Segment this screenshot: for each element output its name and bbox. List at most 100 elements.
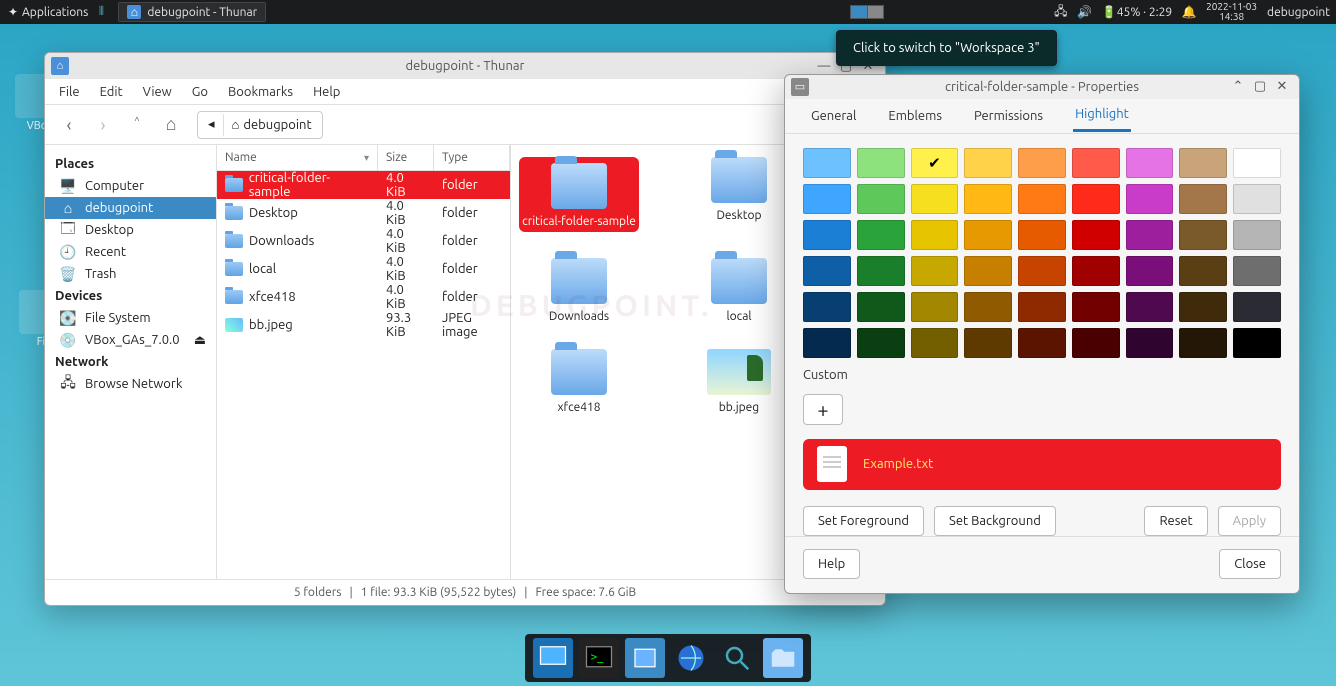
- dock-thunar-running[interactable]: [763, 638, 803, 678]
- color-swatch[interactable]: [911, 148, 959, 178]
- props-minimize-button[interactable]: ⌃: [1231, 79, 1245, 94]
- nav-back-button[interactable]: ‹: [57, 113, 81, 137]
- tab-highlight[interactable]: Highlight: [1073, 99, 1131, 132]
- color-swatch[interactable]: [1072, 220, 1120, 250]
- color-swatch[interactable]: [803, 148, 851, 178]
- color-swatch[interactable]: [803, 256, 851, 286]
- dock-terminal[interactable]: >_: [579, 638, 619, 678]
- color-swatch[interactable]: [1072, 184, 1120, 214]
- clock-date[interactable]: 2022-11-03 14:38: [1206, 2, 1257, 22]
- color-swatch[interactable]: [1126, 292, 1174, 322]
- color-swatch[interactable]: [857, 148, 905, 178]
- color-swatch[interactable]: [1233, 256, 1281, 286]
- close-dialog-button[interactable]: Close: [1219, 549, 1281, 579]
- color-swatch[interactable]: [857, 292, 905, 322]
- help-button[interactable]: Help: [803, 549, 860, 579]
- list-row[interactable]: bb.jpeg93.3 KiBJPEG image: [217, 311, 510, 339]
- reset-button[interactable]: Reset: [1144, 506, 1207, 536]
- dock-show-desktop[interactable]: [533, 638, 573, 678]
- color-swatch[interactable]: [1018, 184, 1066, 214]
- eject-icon[interactable]: ⏏: [194, 333, 206, 348]
- xfce-logo-icon[interactable]: ✦: [6, 5, 20, 19]
- color-swatch[interactable]: [1233, 148, 1281, 178]
- color-swatch[interactable]: [1179, 328, 1227, 358]
- color-swatch[interactable]: [964, 220, 1012, 250]
- color-swatch[interactable]: [857, 328, 905, 358]
- grid-item[interactable]: Desktop: [679, 157, 799, 232]
- dock-files[interactable]: [625, 638, 665, 678]
- color-swatch[interactable]: [1233, 292, 1281, 322]
- menu-help[interactable]: Help: [313, 85, 340, 99]
- grid-item[interactable]: Downloads: [519, 258, 639, 323]
- battery-tray[interactable]: 🔋45% · 2:29: [1102, 5, 1172, 19]
- color-swatch[interactable]: [1018, 256, 1066, 286]
- list-row[interactable]: Desktop4.0 KiBfolder: [217, 199, 510, 227]
- grid-item[interactable]: local: [679, 258, 799, 323]
- props-close-button[interactable]: ✕: [1275, 79, 1289, 94]
- apply-button[interactable]: Apply: [1218, 506, 1281, 536]
- add-custom-color-button[interactable]: +: [803, 394, 843, 425]
- color-swatch[interactable]: [964, 256, 1012, 286]
- color-swatch[interactable]: [1072, 328, 1120, 358]
- sidebar-item-desktop[interactable]: 🗔Desktop: [45, 219, 216, 241]
- color-swatch[interactable]: [1179, 256, 1227, 286]
- color-swatch[interactable]: [964, 148, 1012, 178]
- color-swatch[interactable]: [1233, 328, 1281, 358]
- col-header-type[interactable]: Type: [434, 145, 510, 170]
- color-swatch[interactable]: [1233, 184, 1281, 214]
- props-maximize-button[interactable]: ▢: [1253, 79, 1267, 94]
- color-swatch[interactable]: [1018, 220, 1066, 250]
- menu-go[interactable]: Go: [192, 85, 208, 99]
- list-row[interactable]: Downloads4.0 KiBfolder: [217, 227, 510, 255]
- list-row[interactable]: xfce4184.0 KiBfolder: [217, 283, 510, 311]
- pathbar-history-button[interactable]: ◂: [200, 113, 224, 137]
- grid-item[interactable]: xfce418: [519, 349, 639, 414]
- color-swatch[interactable]: [1179, 184, 1227, 214]
- color-swatch[interactable]: [1126, 328, 1174, 358]
- color-swatch[interactable]: [857, 220, 905, 250]
- nav-home-button[interactable]: ⌂: [159, 113, 183, 137]
- color-swatch[interactable]: [1126, 256, 1174, 286]
- set-foreground-button[interactable]: Set Foreground: [803, 506, 924, 536]
- set-background-button[interactable]: Set Background: [934, 506, 1056, 536]
- color-swatch[interactable]: [803, 292, 851, 322]
- color-swatch[interactable]: [911, 256, 959, 286]
- list-row[interactable]: critical-folder-sample4.0 KiBfolder: [217, 171, 510, 199]
- volume-tray-icon[interactable]: 🔊: [1078, 5, 1092, 19]
- menu-bookmarks[interactable]: Bookmarks: [228, 85, 293, 99]
- color-swatch[interactable]: [911, 220, 959, 250]
- color-swatch[interactable]: [803, 184, 851, 214]
- workspace-pager[interactable]: [850, 5, 884, 19]
- tab-general[interactable]: General: [809, 101, 858, 131]
- minimize-button[interactable]: —: [817, 59, 831, 74]
- color-swatch[interactable]: [911, 292, 959, 322]
- props-titlebar[interactable]: ▭ critical-folder-sample - Properties ⌃ …: [785, 75, 1299, 99]
- nav-up-button[interactable]: ˄: [125, 113, 149, 137]
- workspace-2[interactable]: [867, 6, 883, 18]
- thunar-titlebar[interactable]: ⌂ debugpoint - Thunar — ▢ ✕: [45, 53, 885, 79]
- list-row[interactable]: local4.0 KiBfolder: [217, 255, 510, 283]
- color-swatch[interactable]: [1018, 148, 1066, 178]
- col-header-name[interactable]: Name▾: [217, 145, 378, 170]
- color-swatch[interactable]: [1072, 292, 1120, 322]
- col-header-size[interactable]: Size: [378, 145, 434, 170]
- dock-appfinder[interactable]: [717, 638, 757, 678]
- menu-file[interactable]: File: [59, 85, 80, 99]
- sidebar-item-file-system[interactable]: 💽File System: [45, 307, 216, 329]
- color-swatch[interactable]: [1018, 328, 1066, 358]
- color-swatch[interactable]: [803, 220, 851, 250]
- network-tray-icon[interactable]: 🖧: [1054, 5, 1068, 19]
- sidebar-item-recent[interactable]: 🕘Recent: [45, 241, 216, 263]
- nav-forward-button[interactable]: ›: [91, 113, 115, 137]
- color-swatch[interactable]: [857, 256, 905, 286]
- sidebar-item-computer[interactable]: 🖥️Computer: [45, 175, 216, 197]
- menu-view[interactable]: View: [143, 85, 172, 99]
- menu-edit[interactable]: Edit: [100, 85, 123, 99]
- color-swatch[interactable]: [1072, 256, 1120, 286]
- color-swatch[interactable]: [964, 328, 1012, 358]
- pathbar-segment-home[interactable]: ⌂ debugpoint: [224, 113, 320, 137]
- color-swatch[interactable]: [1179, 220, 1227, 250]
- color-swatch[interactable]: [1179, 148, 1227, 178]
- color-swatch[interactable]: [1018, 292, 1066, 322]
- color-swatch[interactable]: [1233, 220, 1281, 250]
